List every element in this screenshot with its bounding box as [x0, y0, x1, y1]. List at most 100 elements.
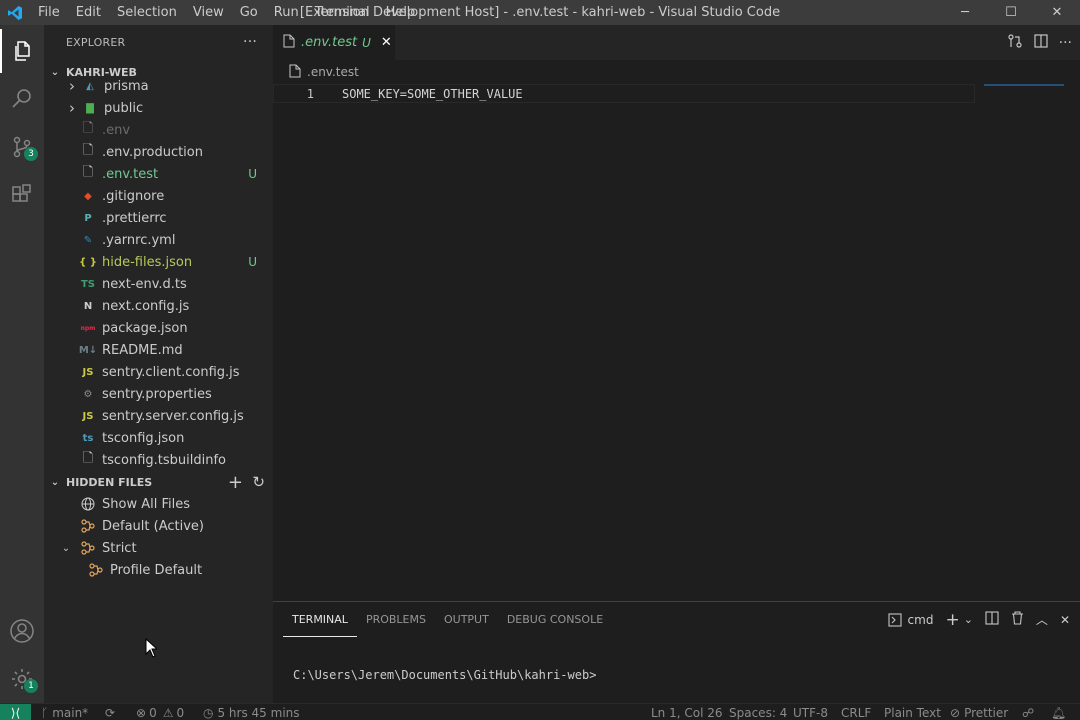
add-icon[interactable]: +	[228, 472, 243, 493]
extensions-icon[interactable]	[0, 173, 44, 217]
tree-file[interactable]: P .prettierrc	[44, 207, 273, 229]
tab-env-test[interactable]: .env.test U ✕	[273, 25, 395, 60]
error-count: 0	[149, 705, 157, 720]
more-actions-icon[interactable]: ···	[243, 34, 257, 50]
time-tracker[interactable]: ◷ 5 hrs 45 mins	[203, 704, 300, 720]
tab-label: .env.test	[301, 35, 358, 50]
hidden-item-default[interactable]: Default (Active)	[44, 515, 273, 537]
accounts-icon[interactable]	[0, 609, 44, 653]
tab-debug-console[interactable]: DEBUG CONSOLE	[498, 602, 612, 637]
line-ending[interactable]: CRLF	[841, 704, 871, 720]
more-actions-icon[interactable]: ···	[1059, 35, 1072, 51]
tree-item-label: next-env.d.ts	[102, 276, 187, 292]
tree-item-label: .gitignore	[102, 188, 165, 204]
tree-file[interactable]: Nnext.config.js	[44, 295, 273, 317]
tree-file[interactable]: TS next-env.d.ts	[44, 273, 273, 295]
tree-file[interactable]: ✎ .yarnrc.yml	[44, 229, 273, 251]
tree-file[interactable]: 🗋 .env	[44, 119, 273, 141]
tree-file[interactable]: npm package.json	[44, 317, 273, 339]
new-terminal-icon[interactable]: +	[945, 610, 959, 630]
profile-icon	[80, 518, 96, 534]
scm-badge: 3	[24, 147, 38, 161]
menu-terminal[interactable]: Terminal	[307, 0, 378, 25]
manage-gear-icon[interactable]: 1	[0, 657, 44, 701]
split-terminal-icon[interactable]	[985, 611, 999, 628]
tree-file[interactable]: 🗋 .env.test U	[44, 163, 273, 185]
problems-indicator[interactable]: ⊗ 0 ⚠ 0	[136, 704, 184, 720]
menu-run[interactable]: Run	[266, 0, 307, 25]
warning-icon: ⚠	[162, 705, 174, 720]
refresh-icon[interactable]: ↻	[252, 473, 265, 491]
profile-icon	[88, 562, 104, 578]
hidden-item-label: Default (Active)	[102, 518, 204, 534]
encoding[interactable]: UTF-8	[793, 704, 828, 720]
tree-file[interactable]: 🗋 tsconfig.tsbuildinfo	[44, 449, 273, 471]
breadcrumb-item[interactable]: .env.test	[307, 65, 359, 79]
trash-icon[interactable]	[1011, 611, 1024, 628]
menu-edit[interactable]: Edit	[68, 0, 109, 25]
close-panel-icon[interactable]: ✕	[1060, 613, 1070, 627]
hidden-item-show-all[interactable]: Show All Files	[44, 493, 273, 515]
sidebar-title-label: EXPLORER	[66, 36, 126, 49]
tree-file[interactable]: M↓ README.md	[44, 339, 273, 361]
tree-file[interactable]: ⚙ sentry.properties	[44, 383, 273, 405]
hidden-files-section-header[interactable]: ⌄ HIDDEN FILES + ↻	[44, 471, 273, 493]
file-type-icon: npm	[80, 324, 96, 332]
terminal-shell-selector[interactable]: cmd	[887, 612, 933, 627]
sidebar-title: EXPLORER ···	[44, 25, 273, 60]
tree-file[interactable]: { } hide-files.json U	[44, 251, 273, 273]
hidden-item-label: Strict	[102, 540, 137, 556]
terminal-prompt[interactable]: C:\Users\Jerem\Documents\GitHub\kahri-we…	[293, 668, 596, 682]
minimap[interactable]	[984, 84, 1064, 86]
feedback-icon[interactable]: ☍	[1022, 704, 1034, 720]
status-bar: ⟩⟨ ᚴ main* ⟳ ⊗ 0 ⚠ 0 ◷ 5 hrs 45 mins Ln …	[0, 703, 1080, 720]
file-type-icon: ◆	[84, 190, 92, 202]
minimize-icon[interactable]: ─	[942, 0, 988, 25]
indentation[interactable]: Spaces: 4	[729, 704, 787, 720]
tab-output[interactable]: OUTPUT	[435, 602, 498, 637]
file-type-icon: 🗋	[82, 121, 94, 136]
maximize-panel-icon[interactable]: ︿	[1036, 611, 1048, 628]
tab-terminal[interactable]: TERMINAL	[283, 602, 357, 637]
editor-actions: ···	[1007, 25, 1072, 60]
code-editor[interactable]: 1 SOME_KEY=SOME_OTHER_VALUE	[273, 84, 1080, 601]
menu-help[interactable]: Help	[378, 0, 424, 25]
notifications-bell-icon[interactable]: 🔔︎	[1051, 704, 1066, 720]
menu-go[interactable]: Go	[232, 0, 266, 25]
tree-file[interactable]: ts tsconfig.json	[44, 427, 273, 449]
settings-badge: 1	[24, 679, 38, 693]
tab-problems[interactable]: PROBLEMS	[357, 602, 435, 637]
split-editor-icon[interactable]	[1033, 33, 1049, 53]
tree-folder[interactable]: › ◭ prisma	[44, 75, 273, 97]
cursor-position[interactable]: Ln 1, Col 26	[651, 704, 723, 720]
tree-file[interactable]: ◆ .gitignore	[44, 185, 273, 207]
hidden-item-profile-default[interactable]: Profile Default	[44, 559, 273, 581]
open-changes-icon[interactable]	[1007, 33, 1023, 53]
terminal-icon	[887, 612, 902, 627]
file-type-icon: 🗋	[82, 451, 94, 466]
tree-file[interactable]: JS sentry.client.config.js	[44, 361, 273, 383]
branch-indicator[interactable]: ᚴ main*	[41, 704, 88, 720]
sync-icon[interactable]: ⟳	[105, 704, 115, 720]
remote-indicator-icon[interactable]: ⟩⟨	[0, 704, 31, 720]
menu-view[interactable]: View	[185, 0, 232, 25]
line-number: 1	[306, 86, 314, 101]
search-icon[interactable]	[0, 77, 44, 121]
tree-folder[interactable]: › ▇ public	[44, 97, 273, 119]
language-mode[interactable]: Plain Text	[884, 704, 941, 720]
bottom-panel: TERMINAL PROBLEMS OUTPUT DEBUG CONSOLE c…	[273, 601, 1080, 703]
chevron-down-icon: ⌄	[50, 476, 60, 488]
explorer-icon[interactable]	[0, 29, 44, 73]
tree-file[interactable]: 🗋 .env.production	[44, 141, 273, 163]
formatter-indicator[interactable]: ⊘ Prettier	[950, 704, 1008, 720]
tree-file[interactable]: JS sentry.server.config.js	[44, 405, 273, 427]
chevron-down-icon[interactable]: ⌄	[964, 613, 973, 626]
close-icon[interactable]: ✕	[381, 35, 392, 50]
menu-file[interactable]: File	[30, 0, 68, 25]
close-window-icon[interactable]: ✕	[1034, 0, 1080, 25]
menu-selection[interactable]: Selection	[109, 0, 185, 25]
source-control-icon[interactable]: 3	[0, 125, 44, 169]
hidden-item-strict[interactable]: ⌄ Strict	[44, 537, 273, 559]
file-type-icon: 🗋	[82, 165, 94, 180]
maximize-icon[interactable]: ☐	[988, 0, 1034, 25]
